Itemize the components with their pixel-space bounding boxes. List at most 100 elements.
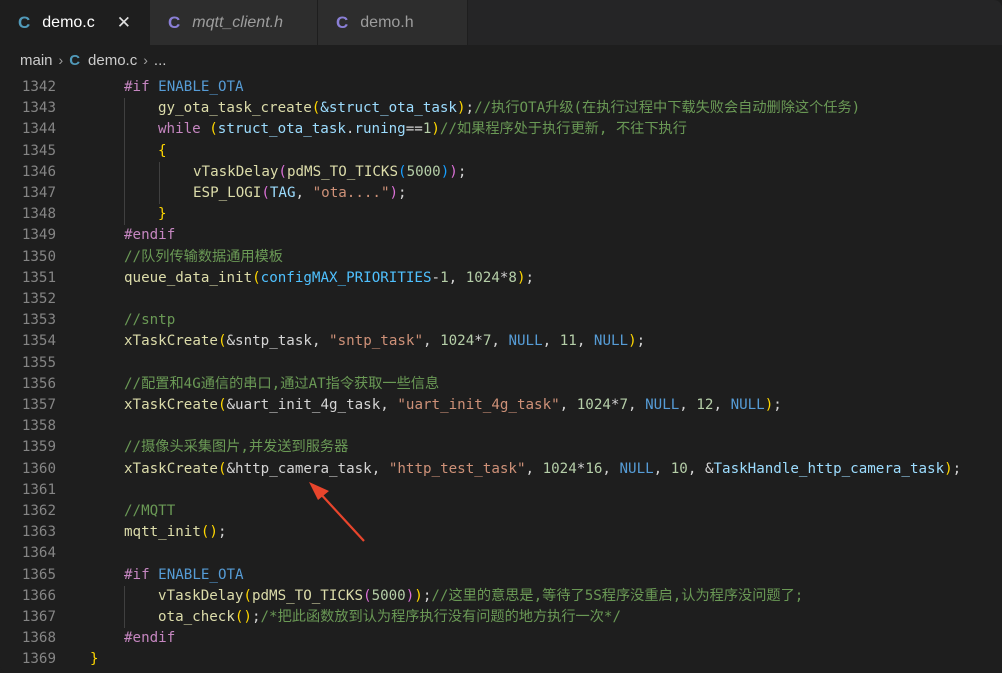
code-line[interactable]: 1357 xTaskCreate(&uart_init_4g_task, "uar… <box>0 395 1002 416</box>
code-token: } <box>158 206 167 223</box>
code-token: queue_data_init <box>124 269 253 286</box>
code-line[interactable]: 1352 <box>0 289 1002 310</box>
tab-mqtt-client-h[interactable]: C mqtt_client.h <box>150 0 318 45</box>
indent-guide <box>124 119 125 141</box>
line-number: 1353 <box>21 312 56 329</box>
code-line[interactable]: 1359 //摄像头采集图片,并发送到服务器 <box>0 437 1002 458</box>
code-line[interactable]: 1344 while (struct_ota_task.runing==1)//如… <box>0 119 1002 141</box>
code-line[interactable]: 1351 queue_data_init(configMAX_PRIORITIES… <box>0 268 1002 289</box>
code-text: #if ENABLE_OTA <box>124 77 244 98</box>
code-text: } <box>158 204 167 225</box>
code-token: ; <box>217 524 227 541</box>
code-token: , <box>423 333 441 350</box>
code-text: #if ENABLE_OTA <box>124 565 244 586</box>
tab-bar: C demo.c ✕ C mqtt_client.h C demo.h <box>0 0 1002 45</box>
code-token: TaskHandle_http_camera_task <box>713 460 945 477</box>
code-text: ota_check();/*把此函数放到认为程序执行没有问题的地方执行一次*/ <box>158 607 621 628</box>
code-token: ( <box>217 397 227 413</box>
code-token: //sntp <box>124 312 176 329</box>
code-line[interactable]: 1346 vTaskDelay(pdMS_TO_TICKS(5000)); <box>0 161 1002 183</box>
code-token: pdMS_TO_TICKS <box>251 587 364 604</box>
tab-label: mqtt_client.h <box>192 13 283 31</box>
code-token: ( <box>217 460 227 477</box>
line-number: 1358 <box>21 418 56 435</box>
c-file-icon: C <box>336 12 349 32</box>
code-line[interactable]: 1358 <box>0 416 1002 437</box>
code-token: &http_camera_task <box>226 460 372 477</box>
code-token: ) <box>431 121 440 138</box>
close-icon[interactable]: ✕ <box>117 13 131 33</box>
code-text: xTaskCreate(&sntp_task, "sntp_task", 102… <box>124 331 645 352</box>
line-number: 1352 <box>21 291 56 307</box>
breadcrumb-more[interactable]: ... <box>154 52 167 69</box>
breadcrumb: main › C demo.c › ... <box>0 45 1002 75</box>
code-token: , <box>628 397 646 413</box>
line-number: 1344 <box>21 121 56 138</box>
code-token: ) <box>449 163 458 180</box>
code-text: mqtt_init(); <box>124 522 227 543</box>
code-token: gy_ota_task_create <box>158 100 312 117</box>
code-token: ENABLE_OTA <box>158 566 244 583</box>
code-token: #if <box>124 566 159 583</box>
code-line[interactable]: 1342 #if ENABLE_OTA <box>0 77 1002 98</box>
code-token: , <box>559 397 577 413</box>
code-line[interactable]: 1343 gy_ota_task_create(&struct_ota_task)… <box>0 98 1002 120</box>
code-line[interactable]: 1354 xTaskCreate(&sntp_task, "sntp_task",… <box>0 331 1002 352</box>
code-line[interactable]: 1364 <box>0 543 1002 564</box>
code-text: xTaskCreate(&uart_init_4g_task, "uart_in… <box>124 395 782 416</box>
breadcrumb-file[interactable]: demo.c <box>88 52 137 69</box>
code-line[interactable]: 1353 //sntp <box>0 310 1002 331</box>
code-line[interactable]: 1348} <box>0 204 1002 226</box>
code-line[interactable]: 1347 ESP_LOGI(TAG, "ota...."); <box>0 183 1002 205</box>
chevron-right-icon: › <box>143 52 148 68</box>
code-line[interactable]: 1367 ota_check();/*把此函数放到认为程序执行没有问题的地方执行一… <box>0 607 1002 629</box>
code-line[interactable]: 1363 mqtt_init(); <box>0 522 1002 543</box>
code-token: #endif <box>124 227 176 244</box>
code-line[interactable]: 1350 //队列传输数据通用模板 <box>0 247 1002 268</box>
code-token: ( <box>252 269 261 286</box>
code-token: ) <box>764 397 774 413</box>
code-line[interactable]: 1349 #endif <box>0 225 1002 246</box>
line-number: 1354 <box>21 333 56 350</box>
code-token: ; <box>251 609 261 625</box>
code-token: NULL <box>645 397 680 413</box>
code-token: ; <box>525 269 535 286</box>
code-token: &uart_init_4g_task <box>226 397 381 413</box>
c-file-icon: C <box>168 12 181 32</box>
code-token: , <box>491 333 509 350</box>
code-token: &struct_ota_task <box>320 100 457 117</box>
code-line[interactable]: 1369} <box>0 649 1002 670</box>
tab-label: demo.c <box>42 13 95 31</box>
code-text: gy_ota_task_create(&struct_ota_task);//执… <box>158 98 860 119</box>
line-number: 1357 <box>21 397 56 413</box>
code-line[interactable]: 1362 //MQTT <box>0 501 1002 522</box>
breadcrumb-folder[interactable]: main <box>20 52 53 69</box>
line-number: 1362 <box>21 503 56 519</box>
code-token: 11 <box>559 333 577 350</box>
code-line[interactable]: 1368 #endif <box>0 628 1002 649</box>
code-token: //执行OTA升级(在执行过程中下载失败会自动删除这个任务) <box>474 100 861 117</box>
code-line[interactable]: 1345 { <box>0 140 1002 162</box>
code-token: pdMS_TO_TICKS <box>286 163 399 180</box>
code-token: , <box>576 333 594 350</box>
code-token: ( <box>398 163 407 180</box>
code-line[interactable]: 1356 //配置和4G通信的串口,通过AT指令获取一些信息 <box>0 374 1002 395</box>
code-token: , <box>295 185 313 201</box>
tab-demo-c[interactable]: C demo.c ✕ <box>0 0 150 45</box>
code-token: == <box>405 121 423 138</box>
code-line[interactable]: 1360 xTaskCreate(&http_camera_task, "http… <box>0 459 1002 480</box>
code-line[interactable]: 1361 <box>0 480 1002 501</box>
code-token: ESP_LOGI <box>193 185 262 201</box>
line-number: 1359 <box>21 439 56 456</box>
line-number: 1355 <box>21 354 56 371</box>
code-line[interactable]: 1365 #if ENABLE_OTA <box>0 565 1002 586</box>
code-line[interactable]: 1355 <box>0 353 1002 374</box>
c-file-icon: C <box>18 12 31 32</box>
tab-demo-h[interactable]: C demo.h <box>318 0 468 45</box>
line-number: 1361 <box>21 481 56 498</box>
code-token: TAG <box>269 185 296 201</box>
code-line[interactable]: 1366 vTaskDelay(pdMS_TO_TICKS(5000));//这里… <box>0 585 1002 607</box>
code-token: ) <box>414 587 423 604</box>
code-token: ) <box>628 333 637 350</box>
code-editor[interactable]: 1342 #if ENABLE_OTA 1343 gy_ota_task_create… <box>0 76 1002 673</box>
